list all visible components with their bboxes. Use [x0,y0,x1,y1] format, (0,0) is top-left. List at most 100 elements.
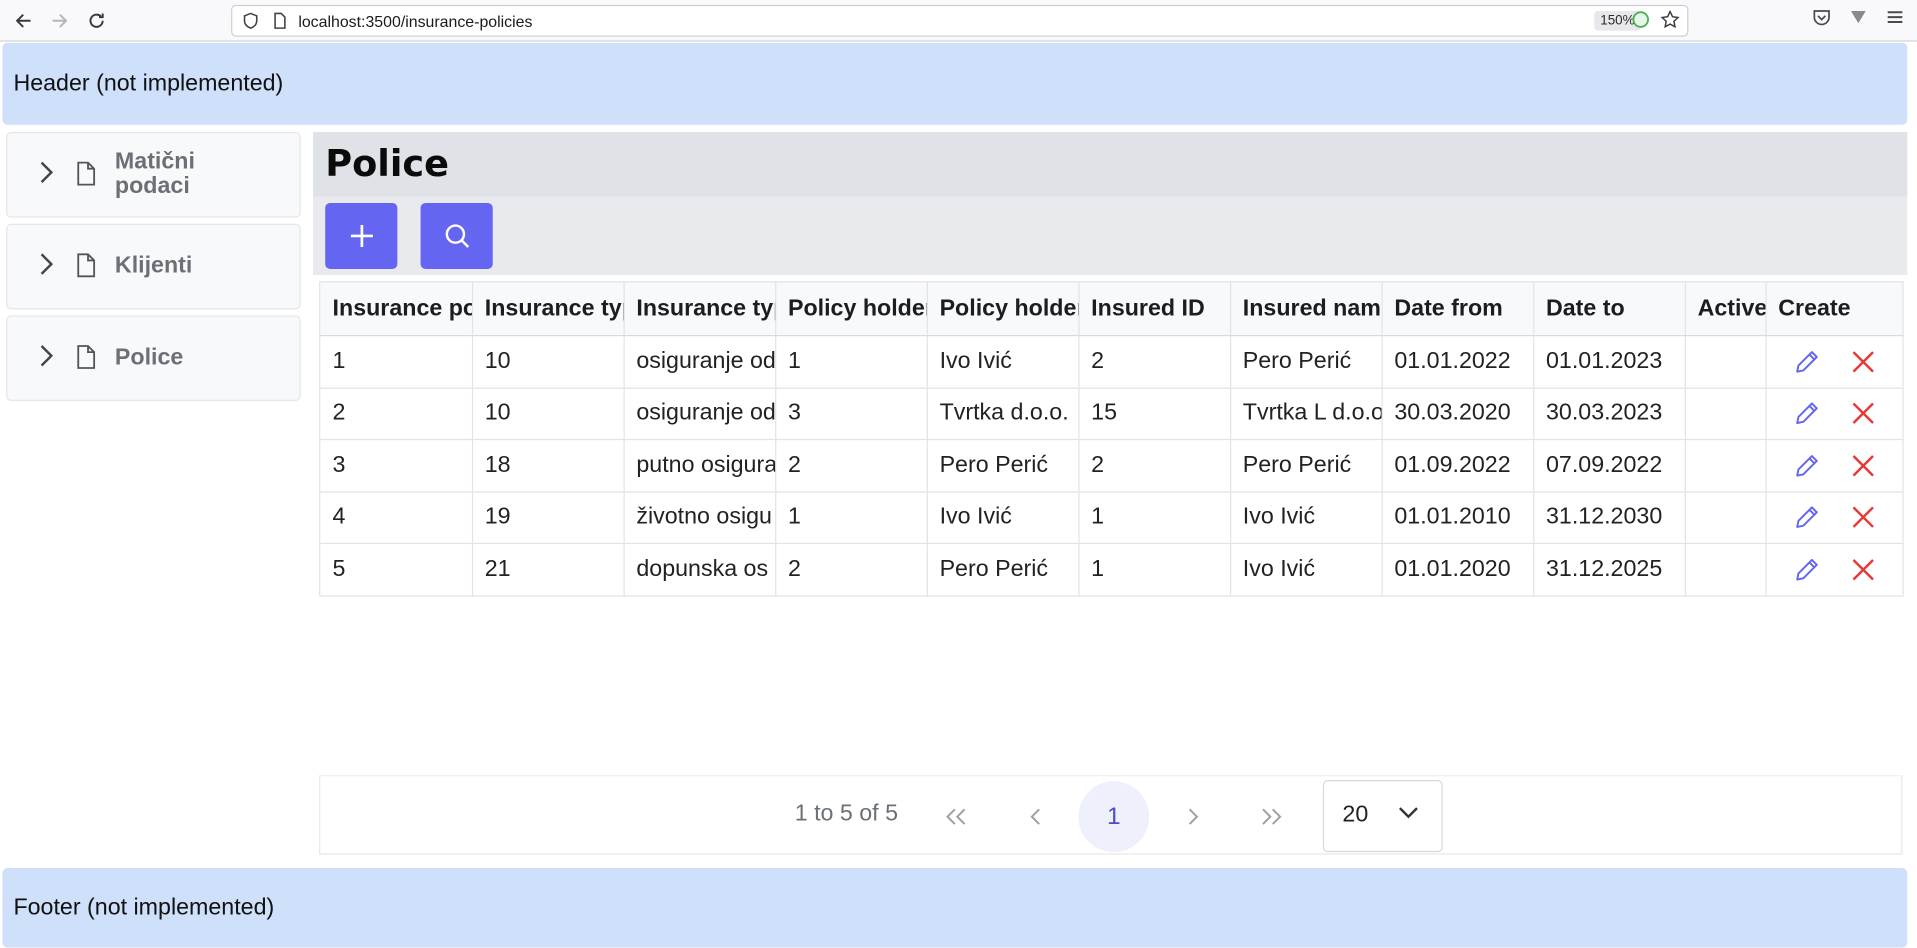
chevron-right-icon [39,160,61,191]
column-header[interactable]: Date to [1533,281,1686,337]
table-cell [1684,335,1767,389]
table-cell: Ivo Ivić [1229,491,1383,545]
column-header[interactable]: Insured ID [1078,281,1231,337]
document-icon [76,161,98,188]
forward-icon[interactable] [42,2,79,39]
table-cell: 01.01.2022 [1381,335,1534,389]
prev-page-button[interactable] [1000,781,1071,852]
sidebar-item-police[interactable]: Police [6,315,301,402]
next-page-button[interactable] [1158,781,1229,852]
page-size-select[interactable]: 20 [1322,780,1443,853]
delete-icon[interactable] [1847,554,1879,586]
table-cell: 10 [471,387,625,441]
table-cell: 21 [471,543,625,597]
table-row[interactable]: 5 21 dopunska os 2 Pero Perić 1 Ivo Ivić 01.01.… [320,543,1903,597]
page-button-current[interactable]: 1 [1078,781,1150,853]
page-title: Police [325,143,450,186]
table-row[interactable]: 2 10 osiguranje od 3 Tvrtka d.o.o. 15 Tvrtka L… [320,387,1903,441]
table-cell: Pero Perić [926,439,1079,493]
page-size-value: 20 [1342,802,1369,828]
chevron-right-icon [39,251,61,282]
table-cell: 2 [1078,439,1231,493]
delete-icon[interactable] [1847,346,1879,378]
table-row[interactable]: 1 10 osiguranje od 1 Ivo Ivić 2 Pero Perić 01.0… [320,335,1903,389]
table-cell: 18 [471,439,625,493]
table-cell: 2 [775,439,928,493]
row-actions [1765,491,1903,545]
table-cell: 1 [1078,491,1231,545]
column-header[interactable]: Insurance type [623,281,776,337]
policies-table: Insurance policy ID Insurance type ID In… [320,281,1903,597]
table-cell: 2 [320,387,473,441]
last-page-button[interactable] [1236,781,1307,852]
pagination-summary: 1 to 5 of 5 [794,800,899,827]
chevron-down-icon [1399,807,1418,819]
table-cell: 1 [320,335,473,389]
edit-icon[interactable] [1790,502,1822,534]
star-icon[interactable] [1660,9,1680,30]
row-actions [1765,387,1903,441]
delete-icon[interactable] [1847,398,1879,430]
column-header[interactable]: Date from [1381,281,1534,337]
column-header[interactable]: Insured name [1229,281,1383,337]
column-header[interactable]: Insurance policy ID [320,281,473,337]
app-footer: Footer (not implemented) [2,868,1908,948]
reload-icon[interactable] [78,2,115,39]
add-button[interactable] [325,202,398,269]
edit-icon[interactable] [1790,450,1822,482]
column-header[interactable]: Policy holder ID [775,281,928,337]
chevron-left-icon [1030,808,1040,825]
table-cell: Ivo Ivić [926,335,1079,389]
back-icon[interactable] [5,2,42,39]
policies-grid: Insurance policy ID Insurance type ID In… [319,281,1903,597]
edit-icon[interactable] [1790,346,1822,378]
table-cell: 10 [471,335,625,389]
chevron-right-icon [1188,808,1199,825]
double-chevron-left-icon [946,808,966,825]
delete-icon[interactable] [1847,450,1879,482]
plus-icon [350,224,373,247]
menu-icon[interactable] [1885,7,1905,27]
table-cell: osiguranje od [623,387,776,441]
table-cell: 01.01.2010 [1381,491,1534,545]
table-cell: Pero Perić [1229,335,1383,389]
table-cell: putno osigura [623,439,776,493]
table-cell: Tvrtka L d.o.o. [1229,387,1383,441]
table-cell: 1 [775,335,928,389]
double-chevron-right-icon [1262,808,1282,825]
first-page-button[interactable] [921,781,992,852]
shield-check-icon[interactable] [1631,10,1651,30]
table-cell: 01.09.2022 [1381,439,1534,493]
table-cell: 3 [320,439,473,493]
row-actions [1765,335,1903,389]
sidebar-item-klijenti[interactable]: Klijenti [6,223,301,310]
table-cell: 01.01.2023 [1533,335,1686,389]
edit-icon[interactable] [1790,554,1822,586]
search-icon [445,224,469,248]
column-header[interactable]: Policy holder [926,281,1079,337]
row-actions [1765,439,1903,493]
address-bar[interactable]: localhost:3500/insurance-policies 150% [231,4,1689,37]
table-cell: Tvrtka d.o.o. [926,387,1079,441]
search-button[interactable] [420,202,493,269]
column-header[interactable]: Insurance type ID [471,281,625,337]
column-header[interactable]: Create [1765,281,1903,337]
pocket-icon[interactable] [1812,7,1832,27]
extension-icon[interactable] [1849,7,1869,27]
shield-icon [243,12,258,29]
document-icon [76,345,98,372]
sidebar-item-label: Klijenti [114,253,193,279]
table-cell: 31.12.2030 [1533,491,1686,545]
column-header[interactable]: Active [1684,281,1767,337]
table-cell: 1 [775,491,928,545]
table-row[interactable]: 4 19 životno osigu 1 Ivo Ivić 1 Ivo Ivić 01.01.… [320,491,1903,545]
sidebar-item-maticni-podaci[interactable]: Matični podaci [6,132,301,218]
table-cell: 2 [775,543,928,597]
delete-icon[interactable] [1847,502,1879,534]
table-cell: 19 [471,491,625,545]
sidebar-item-label: Matični podaci [114,149,195,200]
edit-icon[interactable] [1790,398,1822,430]
table-cell: osiguranje od [623,335,776,389]
table-cell: 30.03.2023 [1533,387,1686,441]
table-row[interactable]: 3 18 putno osigura 2 Pero Perić 2 Pero Perić 01… [320,439,1903,493]
